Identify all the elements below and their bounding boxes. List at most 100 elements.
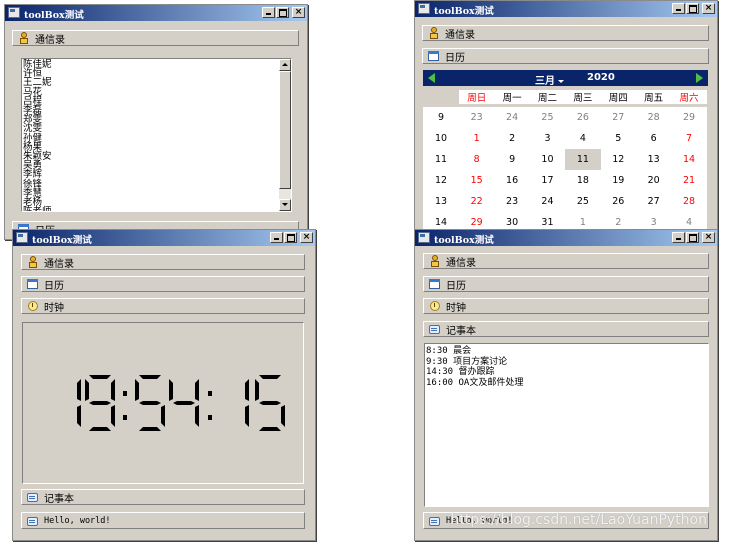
calendar-grid: 周日 周一 周二 周三 周四 周五 周六 9 23 24 25 26 27 28 29 10 1 2 3 4 5 6 7 11… [423,86,708,233]
tab-label: 通信录 [44,258,74,270]
toolbox-tab-clock[interactable]: 时钟 [21,298,305,314]
calendar-day[interactable]: 5 [600,128,636,149]
calendar-day[interactable]: 17 [529,170,566,191]
calendar-day[interactable]: 27 [600,107,636,128]
calendar-day[interactable]: 21 [671,170,707,191]
tab-label: 通信录 [445,29,475,41]
contact-item[interactable]: 陈老师 [23,207,52,211]
maximize-button[interactable] [686,232,699,243]
calendar-day[interactable]: 22 [459,191,495,212]
maximize-button[interactable] [686,3,699,14]
tab-label: 记事本 [446,325,476,337]
toolbox-tab-notes[interactable]: 记事本 [21,489,305,505]
notes-textarea[interactable]: 8:30 晨会 9:30 项目方案讨论 14:30 督办跟踪 16:00 OA文及邮件… [424,343,709,507]
close-button[interactable]: × [300,232,313,243]
status-bar: Hello, world! [21,512,305,529]
calendar-day[interactable]: 13 [635,149,672,170]
calendar-day[interactable]: 8 [459,149,495,170]
toolbox-tab-calendar[interactable]: 日历 [422,48,709,64]
calendar-day[interactable]: 6 [635,128,672,149]
calendar-day[interactable]: 25 [565,191,601,212]
close-button[interactable]: × [292,7,305,18]
toolbox-tab-clock[interactable]: 时钟 [423,298,709,314]
title-bar[interactable]: toolBox测试 × [415,230,717,246]
calendar-day[interactable]: 14 [671,149,707,170]
toolbox-tab-calendar[interactable]: 日历 [21,276,305,292]
tab-label: 时钟 [446,302,466,314]
week-number: 12 [423,170,459,191]
scroll-thumb[interactable] [279,71,291,189]
month-selector[interactable]: 三月 [535,72,564,87]
minimize-button[interactable] [262,7,275,18]
status-text: Hello, world! [44,515,111,526]
calendar-day[interactable]: 11 [565,149,601,170]
weekday-header: 周四 [600,89,636,104]
calendar-day[interactable]: 28 [635,107,672,128]
vertical-scrollbar[interactable] [279,59,291,211]
app-icon [418,232,430,243]
maximize-button[interactable] [284,232,297,243]
toolbox-window-notes: toolBox测试 × 通信录 日历 时钟 记事本 8:30 晨会 9:30 项目… [414,229,718,541]
calendar-day[interactable]: 2 [494,128,530,149]
weekday-header: 周一 [494,89,530,104]
toolbox-tab-contacts[interactable]: 通信录 [21,254,305,270]
year-selector[interactable]: 2020 [587,72,615,83]
weekday-header: 周二 [529,89,566,104]
calendar-day[interactable]: 24 [494,107,530,128]
calendar-day[interactable]: 26 [600,191,636,212]
calendar-day[interactable]: 10 [529,149,566,170]
minimize-button[interactable] [672,232,685,243]
contacts-list[interactable]: 陈佳妮许恒王二妮马花吕程李磊郑雯沈雯孙健杨果朱颖安吴勇李辉徐锋李慧老杨陈老师李芳 [21,58,292,212]
calendar-day[interactable]: 28 [671,191,707,212]
calendar-day[interactable]: 4 [565,128,601,149]
app-icon [418,3,430,14]
calendar-day[interactable]: 9 [494,149,530,170]
app-icon [8,7,20,18]
calendar-day[interactable]: 15 [459,170,495,191]
maximize-button[interactable] [276,7,289,18]
calendar-day[interactable]: 3 [529,128,566,149]
calendar-day[interactable]: 1 [459,128,495,149]
toolbox-tab-calendar[interactable]: 日历 [423,276,709,292]
calendar-day[interactable]: 24 [529,191,566,212]
calendar-day[interactable]: 23 [459,107,495,128]
calendar-day[interactable]: 19 [600,170,636,191]
calendar-day[interactable]: 26 [565,107,601,128]
toolbox-tab-contacts[interactable]: 通信录 [12,30,299,46]
weekday-header: 周五 [635,89,672,104]
close-button[interactable]: × [702,3,715,14]
calendar-day[interactable]: 7 [671,128,707,149]
minimize-button[interactable] [672,3,685,14]
calendar-day[interactable]: 16 [494,170,530,191]
calendar-day[interactable]: 29 [671,107,707,128]
contacts-icon [18,32,30,44]
scroll-up-arrow-icon[interactable] [279,59,291,71]
message-icon [429,515,441,527]
title-bar[interactable]: toolBox测试 × [13,230,315,246]
toolbox-tab-notes[interactable]: 记事本 [423,321,709,337]
title-bar[interactable]: toolBox测试 × [415,1,717,17]
watermark: https://blog.csdn.net/LaoYuanPython [450,512,708,528]
calendar-day[interactable]: 27 [635,191,672,212]
toolbox-tab-contacts[interactable]: 通信录 [422,25,709,41]
digital-clock-panel [22,322,304,484]
calendar-day[interactable]: 25 [529,107,566,128]
title-bar[interactable]: toolBox测试 × [5,5,307,21]
calendar-day[interactable]: 20 [635,170,672,191]
prev-month-arrow-icon[interactable] [428,73,435,83]
calendar-day[interactable]: 18 [565,170,601,191]
clock-icon [429,300,441,312]
message-icon [27,515,39,527]
scroll-down-arrow-icon[interactable] [279,199,291,211]
clock-digit-second-ones [255,375,285,431]
minimize-button[interactable] [270,232,283,243]
tab-label: 通信录 [35,34,65,46]
clock-digit-minute-tens [135,375,165,431]
calendar-day[interactable]: 12 [600,149,636,170]
next-month-arrow-icon[interactable] [696,73,703,83]
toolbox-tab-contacts[interactable]: 通信录 [423,253,709,269]
calendar-day[interactable]: 23 [494,191,530,212]
calendar-nav-bar: 三月 2020 [423,70,708,87]
contacts-icon [27,256,39,268]
close-button[interactable]: × [702,232,715,243]
